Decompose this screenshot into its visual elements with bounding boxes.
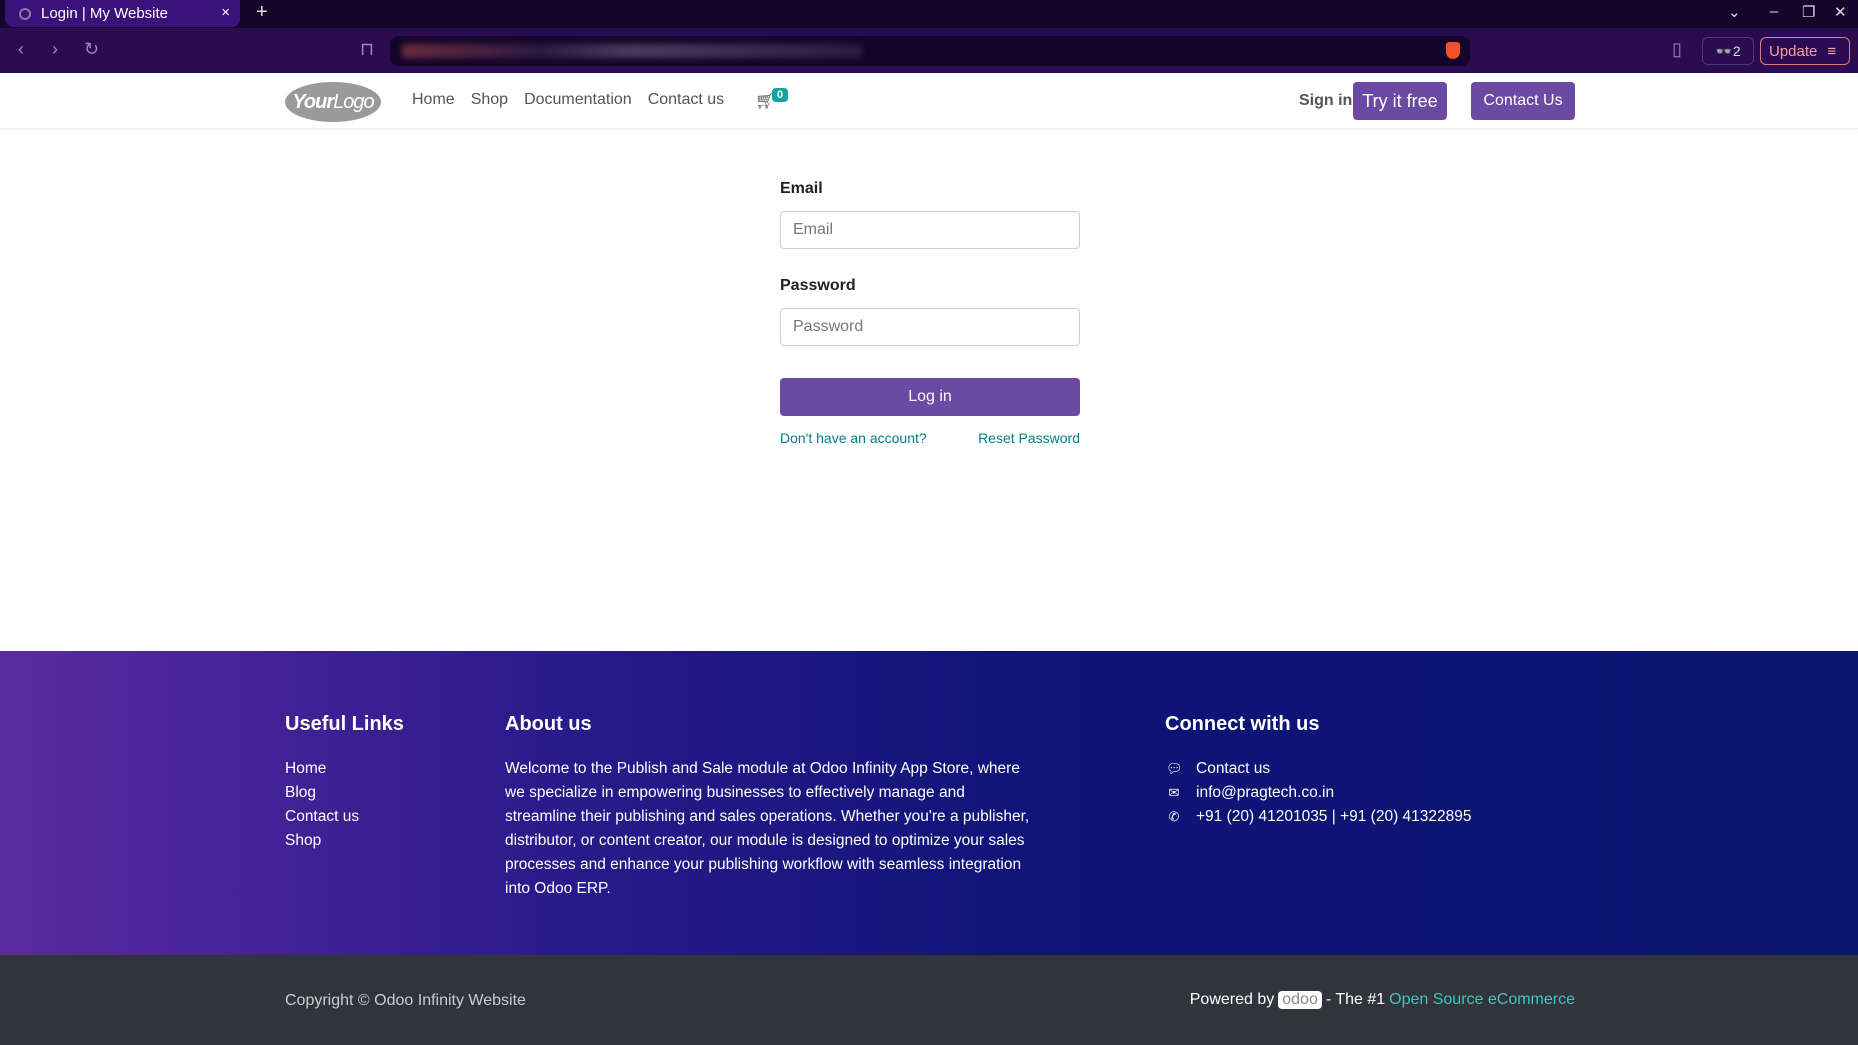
about-title: About us [505,713,592,735]
powered-by: Powered by odoo - The #1 Open Source eCo… [1190,991,1575,1009]
email-label: Email [780,180,823,197]
glasses-icon: 👓 [1715,42,1733,59]
connect-phone: +91 (20) 41201035 | +91 (20) 41322895 [1196,808,1472,825]
reset-password-link[interactable]: Reset Password [978,430,1080,446]
cart-count-badge: 0 [772,88,789,102]
site-footer: Useful Links Home Blog Contact us Shop A… [0,651,1858,955]
footer-link-shop[interactable]: Shop [285,829,359,853]
tab-title: Login | My Website [41,5,169,22]
site-header: Your Logo Home Shop Documentation Contact… [0,73,1858,129]
signup-link[interactable]: Don't have an account? [780,430,927,446]
update-label: Update [1769,42,1818,60]
footer-link-contact[interactable]: Contact us [285,805,359,829]
powered-by-label: Powered by [1189,991,1275,1008]
url-text-blurred [402,44,862,58]
bookmark-icon[interactable]: ⊓ [360,39,374,60]
copyright-text: Copyright © Odoo Infinity Website [285,992,526,1009]
maximize-icon[interactable]: ❐ [1802,3,1815,21]
odoo-logo[interactable]: odoo [1278,991,1322,1009]
favicon-icon [19,7,31,20]
extensions-button[interactable]: 👓 2 [1702,37,1754,65]
nav-home[interactable]: Home [412,91,455,109]
forward-icon[interactable]: › [52,39,58,60]
useful-links-list: Home Blog Contact us Shop [285,757,359,853]
close-window-icon[interactable]: ✕ [1834,3,1847,21]
phone-icon: ✆ [1168,809,1180,824]
password-label: Password [780,277,856,294]
password-input[interactable] [780,308,1080,346]
brave-shield-icon[interactable] [1446,42,1460,59]
contact-us-button[interactable]: Contact Us [1471,82,1575,120]
minimize-icon[interactable]: – [1770,3,1778,20]
close-tab-icon[interactable]: × [221,4,230,21]
browser-tab[interactable]: Login | My Website × [5,0,240,27]
new-tab-icon[interactable]: + [256,1,268,24]
address-bar[interactable] [390,36,1470,66]
browser-tab-bar: Login | My Website × + ⌄ – ❐ ✕ [0,0,1858,28]
sign-in-link[interactable]: Sign in [1299,92,1352,110]
sidebar-icon[interactable]: ▯ [1672,39,1682,60]
the1-text: - The #1 [1325,991,1386,1008]
connect-title: Connect with us [1165,713,1320,735]
login-button[interactable]: Log in [780,378,1080,416]
back-icon[interactable]: ‹ [18,39,24,60]
footer-link-home[interactable]: Home [285,757,359,781]
copyright-bar: Copyright © Odoo Infinity Website Powere… [0,955,1858,1045]
envelope-icon: ✉ [1168,785,1180,800]
open-source-ecommerce-link[interactable]: Open Source eCommerce [1389,991,1575,1009]
chat-icon: 💬︎ [1166,761,1183,776]
login-form: Email Password Log in Don't have an acco… [780,180,1080,446]
email-input[interactable] [780,211,1080,249]
footer-link-blog[interactable]: Blog [285,781,359,805]
connect-contact-link[interactable]: Contact us [1196,757,1270,781]
menu-icon: ≡ [1827,42,1837,60]
try-free-button[interactable]: Try it free [1353,82,1447,120]
nav-documentation[interactable]: Documentation [524,91,632,109]
nav-shop[interactable]: Shop [471,91,508,109]
tab-list-icon[interactable]: ⌄ [1728,3,1741,21]
browser-toolbar: ‹ › ↻ ⊓ ▯ 👓 2 Update ≡ [0,28,1858,73]
connect-list: 💬︎ Contact us ✉ info@pragtech.co.in ✆ +91 (… [1166,757,1472,829]
ext-count: 2 [1732,43,1741,59]
site-logo[interactable]: Your Logo [285,82,381,122]
useful-links-title: Useful Links [285,713,404,735]
logo-part-a: Your [292,90,334,113]
reload-icon[interactable]: ↻ [84,39,99,60]
about-text: Welcome to the Publish and Sale module a… [505,760,1030,897]
logo-part-b: Logo [333,90,374,113]
connect-email-link[interactable]: info@pragtech.co.in [1196,781,1334,805]
nav-contact-us[interactable]: Contact us [648,91,724,109]
update-button[interactable]: Update ≡ [1760,37,1850,65]
main-menu: Home Shop Documentation Contact us [412,91,724,109]
